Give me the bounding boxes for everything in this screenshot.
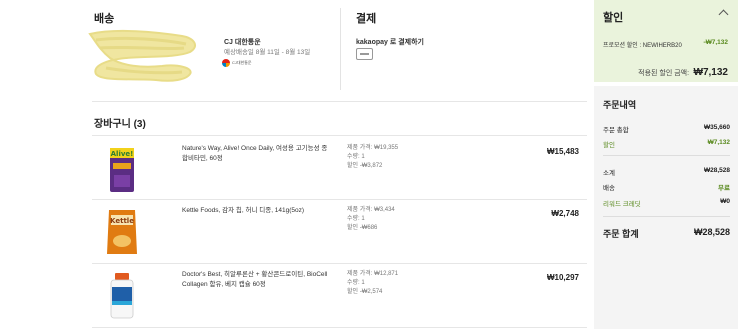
divider — [92, 263, 587, 264]
product-meta: 제품 가격: ₩19,355 수량: 1 할인 -₩3,872 — [347, 144, 398, 171]
payment-method-label: kakaopay 로 결제하기 — [356, 39, 424, 46]
quantity: 수량: 1 — [347, 216, 365, 222]
shipping-title: 배송 — [94, 13, 115, 25]
item-discount: 할인 -₩686 — [347, 225, 378, 231]
carrier-logo-text: CJ대한통운 — [232, 60, 252, 65]
subtotal-row: 소계 ₩28,528 — [603, 167, 730, 177]
svg-text:Kettle: Kettle — [110, 217, 134, 225]
grand-total-label: 주문 합계 — [603, 229, 639, 239]
applied-discount-value: ₩7,132 — [693, 67, 728, 78]
carrier-logo: CJ대한통운 — [222, 59, 252, 67]
discount-value: ₩7,132 — [707, 139, 730, 146]
item-price: ₩15,483 — [546, 147, 579, 156]
promo-discount-value: -₩7,132 — [703, 39, 728, 46]
shipping-row: 배송 무료 — [603, 182, 730, 192]
order-summary-title: 주문내역 — [603, 100, 637, 110]
cart-item: Doctor's Best, 히알루론산 + 황산콘드로이틴, BioCell … — [92, 267, 587, 327]
subtotal-label: 소계 — [603, 170, 615, 177]
cj-logo-icon — [222, 59, 230, 67]
rewards-credit-value: ₩0 — [720, 198, 730, 205]
order-total-row: 주문 총합 ₩35,660 — [603, 124, 730, 134]
product-image-doctors-best-bottle[interactable] — [104, 271, 140, 321]
applied-discount: 적용된 할인 금액: ₩7,132 — [638, 62, 728, 80]
subtotal-value: ₩28,528 — [703, 167, 730, 174]
grand-total-row: 주문 합계 ₩28,528 — [603, 227, 730, 240]
product-image-alive-multivitamin[interactable]: Alive! — [104, 145, 140, 195]
order-summary: 주문내역 주문 총합 ₩35,660 할인 ₩7,132 소계 ₩28,528 … — [594, 86, 738, 329]
rewards-credit-row: 리워드 크레딧 ₩0 — [603, 198, 730, 208]
product-meta: 제품 가격: ₩12,871 수량: 1 할인 -₩2,574 — [347, 270, 398, 297]
credit-card-icon[interactable] — [356, 48, 373, 60]
shipping-label: 배송 — [603, 185, 615, 192]
discount-row: 할인 ₩7,132 — [603, 139, 730, 149]
chevron-up-icon[interactable] — [718, 9, 729, 20]
item-price: ₩10,297 — [546, 273, 579, 282]
divider — [92, 101, 587, 102]
checkout-sidebar: 할인 프로모션 할인 : NEWIHERB20 -₩7,132 적용된 할인 금… — [594, 0, 750, 329]
quantity: 수량: 1 — [347, 154, 365, 160]
product-name[interactable]: Nature's Way, Alive! Once Daily, 여성용 고기능… — [182, 144, 332, 164]
section-divider — [340, 8, 341, 90]
cart-item: Alive! Nature's Way, Alive! Once Daily, … — [92, 141, 587, 201]
item-discount: 할인 -₩2,574 — [347, 289, 383, 295]
order-total-label: 주문 총합 — [603, 127, 629, 134]
summary-divider — [603, 216, 730, 217]
promo-code-label: 프로모션 할인 : NEWIHERB20 — [603, 43, 682, 49]
divider — [92, 327, 587, 328]
divider — [92, 199, 587, 200]
checkout-main: 배송 결제 CJ 대한통운 예상배송일 8월 11일 - 8월 13일 CJ대한… — [0, 0, 590, 329]
delivery-estimate: 예상배송일 8월 11일 - 8월 13일 — [224, 49, 311, 56]
discount-title: 할인 — [603, 12, 624, 24]
product-name[interactable]: Doctor's Best, 히알루론산 + 황산콘드로이틴, BioCell … — [182, 270, 332, 290]
discount-label: 할인 — [603, 142, 615, 149]
discount-panel: 할인 프로모션 할인 : NEWIHERB20 -₩7,132 적용된 할인 금… — [594, 0, 738, 82]
product-meta: 제품 가격: ₩3,434 수량: 1 할인 -₩686 — [347, 206, 395, 233]
product-name[interactable]: Kettle Foods, 감자 칩, 허니 디종, 141g(5oz) — [182, 206, 332, 216]
divider — [92, 135, 587, 136]
svg-text:Alive!: Alive! — [111, 150, 134, 158]
shipping-value: 무료 — [718, 185, 730, 192]
payment-title: 결제 — [356, 13, 377, 25]
cart-title: 장바구니 (3) — [94, 119, 146, 130]
item-discount: 할인 -₩3,872 — [347, 163, 383, 169]
applied-discount-label: 적용된 할인 금액: — [638, 70, 690, 77]
list-price: 제품 가격: ₩19,355 — [347, 145, 399, 151]
list-price: 제품 가격: ₩12,871 — [347, 271, 399, 277]
rewards-credit-label: 리워드 크레딧 — [603, 201, 641, 208]
summary-divider — [603, 155, 730, 156]
order-total-value: ₩35,660 — [703, 124, 730, 131]
grand-total-value: ₩28,528 — [693, 227, 730, 237]
redacted-address-scribble — [88, 29, 197, 82]
product-image-kettle-chips[interactable]: Kettle — [104, 207, 140, 257]
quantity: 수량: 1 — [347, 280, 365, 286]
cart-item: Kettle Kettle Foods, 감자 칩, 허니 디종, 141g(5… — [92, 203, 587, 263]
list-price: 제품 가격: ₩3,434 — [347, 207, 395, 213]
item-price: ₩2,748 — [551, 209, 579, 218]
